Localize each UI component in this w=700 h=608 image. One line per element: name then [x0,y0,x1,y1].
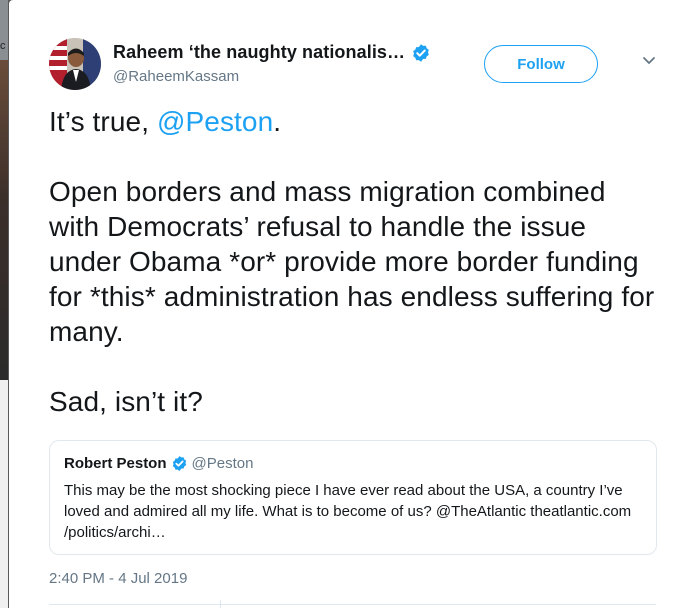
verified-badge-icon [172,456,186,471]
quoted-author-name: Robert Peston [64,455,167,472]
divider [49,604,656,605]
tweet-line-1-prefix: It’s true, [49,106,157,137]
mention-link[interactable]: @Peston [157,106,273,137]
quoted-tweet-body: This may be the most shocking piece I ha… [64,482,632,541]
author-display-name[interactable]: Raheem ‘the naughty nationalis… [113,42,405,63]
background-edge-glyph: c [0,40,6,52]
divider-tick [220,600,221,608]
author-name-row: Raheem ‘the naughty nationalis… [113,42,431,63]
quoted-tweet[interactable]: Robert Peston @Peston This may be the mo… [49,440,657,555]
tweet-paragraph-2: Open borders and mass migration combined… [49,176,655,347]
chevron-down-icon[interactable] [642,56,656,66]
tweet-header: Raheem ‘the naughty nationalis… @RaheemK… [49,38,670,94]
author-handle[interactable]: @RaheemKassam [113,68,239,85]
tweet-line-1: It’s true, @Peston. [49,104,659,139]
background-page-edge: c [0,0,8,608]
tweet-card: Raheem ‘the naughty nationalis… @RaheemK… [9,0,700,608]
tweet-paragraph-3: Sad, isn’t it? [49,386,203,417]
tweet-line-1-suffix: . [273,106,282,137]
avatar[interactable] [49,38,101,90]
tweet-text: It’s true, @Peston. Open borders and mas… [49,104,659,419]
quoted-tweet-header: Robert Peston @Peston [64,455,642,472]
follow-button[interactable]: Follow [484,45,598,83]
verified-badge-icon [413,43,429,62]
tweet-timestamp[interactable]: 2:40 PM - 4 Jul 2019 [49,570,187,587]
quoted-author-handle: @Peston [191,455,254,472]
